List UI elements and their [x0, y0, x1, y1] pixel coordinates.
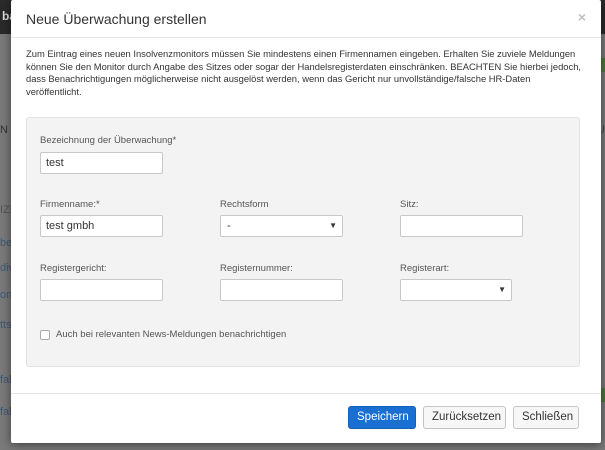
dialog-footer: Speichern Zurücksetzen Schließen — [11, 393, 601, 443]
registerart-select[interactable]: ▼ — [400, 279, 512, 301]
background-left-item: N — [0, 124, 8, 136]
sitz-input[interactable] — [400, 215, 523, 237]
rechtsform-select[interactable]: - ▼ — [220, 215, 343, 237]
bezeichnung-input[interactable] — [40, 152, 163, 174]
news-checkbox[interactable] — [40, 330, 50, 340]
create-monitor-dialog: Neue Überwachung erstellen × Zum Eintrag… — [11, 0, 601, 443]
close-icon[interactable]: × — [578, 9, 586, 25]
monitor-form: Bezeichnung der Überwachung* Firmenname:… — [26, 117, 580, 367]
close-button[interactable]: Schließen — [513, 406, 579, 429]
caret-down-icon: ▼ — [329, 221, 337, 230]
rechtsform-selected-value: - — [227, 220, 231, 232]
intro-text: Zum Eintrag eines neuen Insolvenzmonitor… — [26, 48, 582, 97]
registernummer-input[interactable] — [220, 279, 343, 301]
registerart-label: Registerart: — [400, 263, 450, 274]
firmenname-label: Firmenname:* — [40, 199, 100, 210]
dialog-header: Neue Überwachung erstellen × — [11, 0, 601, 38]
rechtsform-label: Rechtsform — [220, 199, 269, 210]
registergericht-label: Registergericht: — [40, 263, 107, 274]
reset-button[interactable]: Zurücksetzen — [423, 406, 506, 429]
registergericht-input[interactable] — [40, 279, 163, 301]
news-checkbox-label: Auch bei relevanten News-Meldungen benac… — [56, 329, 287, 340]
dialog-title: Neue Überwachung erstellen — [26, 11, 207, 27]
bezeichnung-label: Bezeichnung der Überwachung* — [40, 135, 177, 146]
save-button[interactable]: Speichern — [348, 406, 416, 429]
firmenname-input[interactable] — [40, 215, 163, 237]
sitz-label: Sitz: — [400, 199, 419, 210]
registernummer-label: Registernummer: — [220, 263, 293, 274]
caret-down-icon: ▼ — [498, 285, 506, 294]
